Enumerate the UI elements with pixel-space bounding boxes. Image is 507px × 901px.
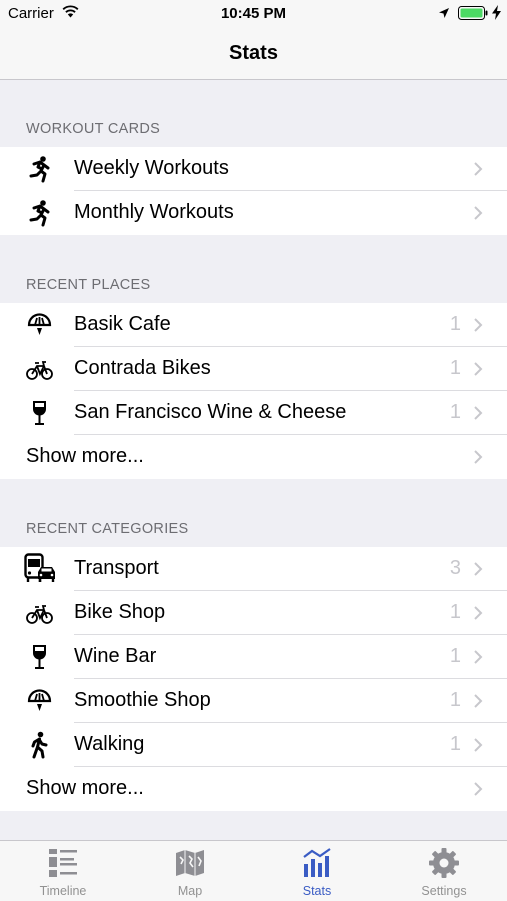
list-item-label: Smoothie Shop <box>74 689 211 711</box>
tab-bar: Timeline Map Stats Settings <box>0 840 507 901</box>
smoothie-icon <box>27 313 52 335</box>
stats-icon <box>303 848 331 877</box>
visit-count: 1 <box>449 313 461 335</box>
wine-glass-icon <box>33 645 46 669</box>
page-title: Stats <box>229 42 278 64</box>
list-item-transport[interactable]: Transport 3 <box>0 547 507 591</box>
section-header-recent-places: RECENT PLACES <box>26 277 151 293</box>
visit-count: 1 <box>449 689 461 711</box>
running-icon <box>29 156 50 183</box>
chevron-right-icon <box>474 650 483 664</box>
running-icon <box>29 200 50 227</box>
recent-places-list: Basik Cafe 1 Contrada Bikes 1 San Franci… <box>0 303 507 479</box>
tab-label: Map <box>177 884 203 898</box>
show-more-label: Show more... <box>26 777 144 799</box>
tab-map[interactable]: Map <box>127 841 253 901</box>
tab-label: Timeline <box>39 884 87 898</box>
list-item-label: Bike Shop <box>74 601 166 623</box>
chevron-right-icon <box>474 562 483 576</box>
chevron-right-icon <box>474 362 483 376</box>
status-bar: Carrier 10:45 PM <box>0 0 507 28</box>
chevron-right-icon <box>474 782 483 796</box>
visit-count: 3 <box>449 557 461 579</box>
smoothie-icon <box>27 689 52 711</box>
section-header-workout-cards: WORKOUT CARDS <box>26 121 161 137</box>
battery-icon <box>458 6 488 20</box>
location-arrow-icon <box>439 8 449 18</box>
chevron-right-icon <box>474 406 483 420</box>
chevron-right-icon <box>474 606 483 620</box>
list-item-san-francisco-wine-cheese[interactable]: San Francisco Wine & Cheese 1 <box>0 391 507 435</box>
map-icon <box>176 850 204 876</box>
tab-label: Settings <box>421 884 467 898</box>
navigation-bar: Stats <box>0 28 507 80</box>
list-item-smoothie-shop[interactable]: Smoothie Shop 1 <box>0 679 507 723</box>
wine-glass-icon <box>33 401 46 425</box>
list-item-label: Basik Cafe <box>74 313 171 335</box>
workout-cards-list: Weekly Workouts Monthly Workouts <box>0 147 507 235</box>
visit-count: 1 <box>449 357 461 379</box>
visit-count: 1 <box>449 733 461 755</box>
timeline-icon <box>49 849 77 877</box>
list-item-monthly-workouts[interactable]: Monthly Workouts <box>0 191 507 235</box>
recent-categories-list: Transport 3 Bike Shop 1 Wine Bar 1 Smoot… <box>0 547 507 811</box>
show-more-categories-button[interactable]: Show more... <box>0 767 507 811</box>
gear-icon <box>429 848 459 878</box>
list-item-label: Contrada Bikes <box>74 357 211 379</box>
list-item-walking[interactable]: Walking 1 <box>0 723 507 767</box>
list-item-contrada-bikes[interactable]: Contrada Bikes 1 <box>0 347 507 391</box>
show-more-places-button[interactable]: Show more... <box>0 435 507 479</box>
visit-count: 1 <box>449 645 461 667</box>
visit-count: 1 <box>449 401 461 423</box>
list-item-basik-cafe[interactable]: Basik Cafe 1 <box>0 303 507 347</box>
list-item-bike-shop[interactable]: Bike Shop 1 <box>0 591 507 635</box>
list-item-weekly-workouts[interactable]: Weekly Workouts <box>0 147 507 191</box>
tab-settings[interactable]: Settings <box>381 841 507 901</box>
list-item-label: Wine Bar <box>74 645 157 667</box>
tab-label: Stats <box>302 884 332 898</box>
list-item-label: Walking <box>74 733 145 755</box>
section-header-recent-categories: RECENT CATEGORIES <box>26 521 189 537</box>
chevron-right-icon <box>474 206 483 220</box>
bicycle-icon <box>26 361 53 380</box>
list-item-label: Transport <box>74 557 159 579</box>
chevron-right-icon <box>474 162 483 176</box>
list-item-wine-bar[interactable]: Wine Bar 1 <box>0 635 507 679</box>
chevron-right-icon <box>474 738 483 752</box>
bus-car-icon <box>24 553 55 582</box>
show-more-label: Show more... <box>26 445 144 467</box>
chevron-right-icon <box>474 450 483 464</box>
bicycle-icon <box>26 605 53 624</box>
list-item-label: Monthly Workouts <box>74 201 234 223</box>
list-item-label: San Francisco Wine & Cheese <box>74 401 347 423</box>
tab-stats[interactable]: Stats <box>254 841 380 901</box>
clock: 10:45 PM <box>220 5 287 22</box>
charging-bolt-icon <box>492 5 501 20</box>
list-item-label: Weekly Workouts <box>74 157 229 179</box>
walking-icon <box>31 731 48 759</box>
tab-timeline[interactable]: Timeline <box>0 841 126 901</box>
visit-count: 1 <box>449 601 461 623</box>
chevron-right-icon <box>474 318 483 332</box>
chevron-right-icon <box>474 694 483 708</box>
